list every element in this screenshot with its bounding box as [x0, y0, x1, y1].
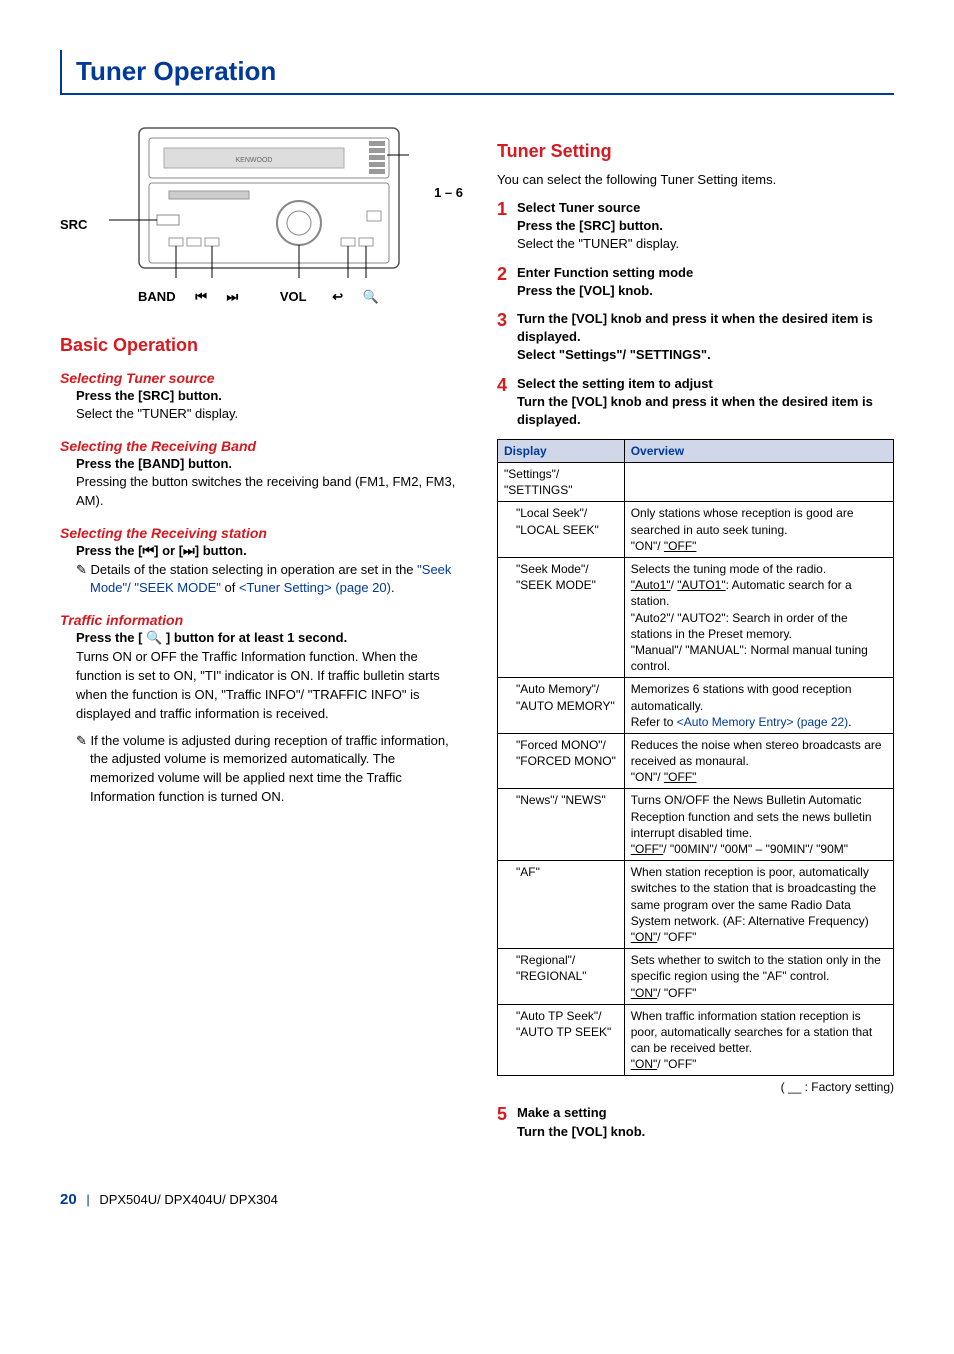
th-display: Display	[498, 440, 625, 463]
tuner-setting-heading: Tuner Setting	[497, 141, 894, 162]
traffic-info-heading: Traffic information	[60, 612, 457, 628]
s4-description: Turns ON or OFF the Traffic Information …	[76, 648, 457, 723]
basic-operation-heading: Basic Operation	[60, 335, 457, 356]
selecting-station-heading: Selecting the Receiving station	[60, 525, 457, 541]
s4-instruction: Press the [ 🔍 ] button for at least 1 se…	[76, 630, 457, 646]
step-5: 5 Make a setting Turn the [VOL] knob.	[497, 1104, 894, 1140]
page-title: Tuner Operation	[60, 50, 894, 95]
step-1: 1 Select Tuner source Press the [SRC] bu…	[497, 199, 894, 254]
s2-description: Pressing the button switches the receivi…	[76, 473, 457, 511]
band-label: BAND	[138, 289, 176, 304]
s2-instruction: Press the [BAND] button.	[76, 456, 457, 471]
table-row: "Settings"/ "SETTINGS"	[498, 463, 894, 502]
page-footer: 20 | DPX504U/ DPX404U/ DPX304	[60, 1191, 894, 1208]
table-row: "Seek Mode"/ "SEEK MODE" Selects the tun…	[498, 558, 894, 678]
table-row: "Regional"/ "REGIONAL" Sets whether to s…	[498, 949, 894, 1005]
step-number: 4	[497, 375, 517, 430]
step-4: 4 Select the setting item to adjust Turn…	[497, 375, 894, 430]
table-row: "Auto Memory"/ "AUTO MEMORY" Memorizes 6…	[498, 678, 894, 734]
table-row: "AF" When station reception is poor, aut…	[498, 861, 894, 949]
search-icon: 🔍	[363, 289, 379, 304]
s1-description: Select the "TUNER" display.	[76, 405, 457, 424]
table-row: "Local Seek"/ "LOCAL SEEK" Only stations…	[498, 502, 894, 558]
th-overview: Overview	[624, 440, 893, 463]
prev-track-icon: ⏮	[195, 289, 207, 304]
s1-instruction: Press the [SRC] button.	[76, 388, 457, 403]
tuner-setting-intro: You can select the following Tuner Setti…	[497, 172, 894, 187]
model-list: DPX504U/ DPX404U/ DPX304	[99, 1192, 277, 1207]
vol-label: VOL	[280, 289, 307, 304]
back-icon: ↩	[332, 289, 343, 304]
s4-note: If the volume is adjusted during recepti…	[76, 732, 457, 807]
page-number: 20	[60, 1191, 77, 1208]
src-label: SRC	[60, 217, 87, 232]
tuner-setting-link[interactable]: <Tuner Setting> (page 20)	[239, 580, 391, 595]
auto-memory-link[interactable]: <Auto Memory Entry> (page 22)	[677, 715, 848, 729]
selecting-band-heading: Selecting the Receiving Band	[60, 438, 457, 454]
step-number: 3	[497, 310, 517, 365]
step-number: 5	[497, 1104, 517, 1140]
settings-table: Display Overview "Settings"/ "SETTINGS" …	[497, 439, 894, 1076]
step-2: 2 Enter Function setting mode Press the …	[497, 264, 894, 300]
svg-text:KENWOOD: KENWOOD	[235, 157, 272, 164]
step-number: 2	[497, 264, 517, 300]
selecting-tuner-source-heading: Selecting Tuner source	[60, 370, 457, 386]
s3-note: Details of the station selecting in oper…	[76, 561, 457, 599]
step-3: 3 Turn the [VOL] knob and press it when …	[497, 310, 894, 365]
table-row: "Forced MONO"/ "FORCED MONO" Reduces the…	[498, 733, 894, 789]
factory-setting-note: ( __ : Factory setting)	[497, 1080, 894, 1094]
preset-label: 1 – 6	[434, 185, 463, 200]
next-track-icon: ⏭	[227, 289, 239, 304]
step-number: 1	[497, 199, 517, 254]
device-diagram: SRC 1 – 6 KENWOOD	[60, 123, 457, 305]
table-row: "Auto TP Seek"/ "AUTO TP SEEK" When traf…	[498, 1004, 894, 1076]
table-row: "News"/ "NEWS" Turns ON/OFF the News Bul…	[498, 789, 894, 861]
s3-instruction: Press the [⏮] or [⏭] button.	[76, 543, 457, 559]
